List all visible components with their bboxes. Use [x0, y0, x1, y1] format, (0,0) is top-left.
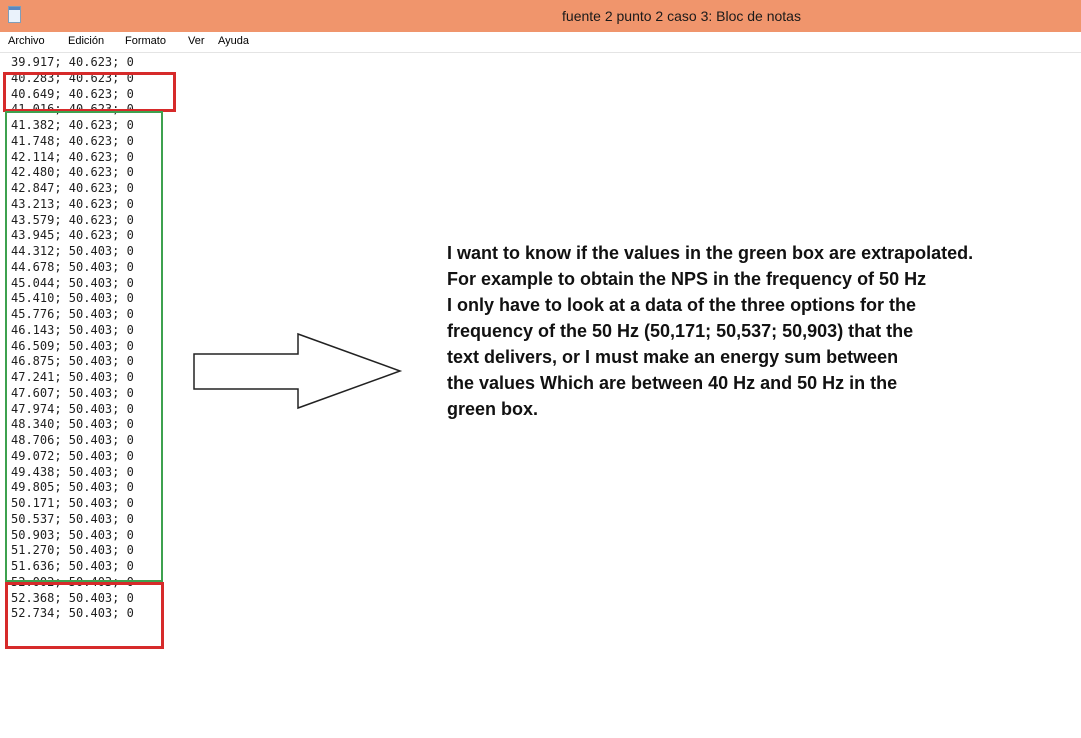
text-line: 39.917; 40.623; 0 — [11, 55, 134, 69]
right-arrow-icon — [193, 332, 403, 410]
menu-archivo[interactable]: Archivo — [8, 35, 45, 47]
menu-formato[interactable]: Formato — [125, 35, 166, 47]
window-title: fuente 2 punto 2 caso 3: Bloc de notas — [562, 8, 801, 24]
menu-bar: Archivo Edición Formato Ver Ayuda — [0, 32, 1081, 53]
menu-ver[interactable]: Ver — [188, 35, 205, 47]
red-highlight-box-bottom — [5, 582, 164, 649]
menu-ayuda[interactable]: Ayuda — [218, 35, 249, 47]
menu-edicion[interactable]: Edición — [68, 35, 104, 47]
green-highlight-box — [5, 111, 163, 582]
annotation-text: I want to know if the values in the gree… — [447, 243, 974, 419]
title-bar[interactable]: fuente 2 punto 2 caso 3: Bloc de notas — [0, 0, 1081, 32]
text-editor[interactable]: 39.917; 40.623; 0 40.283; 40.623; 0 40.649… — [0, 52, 1081, 738]
red-highlight-box-top — [3, 72, 176, 112]
